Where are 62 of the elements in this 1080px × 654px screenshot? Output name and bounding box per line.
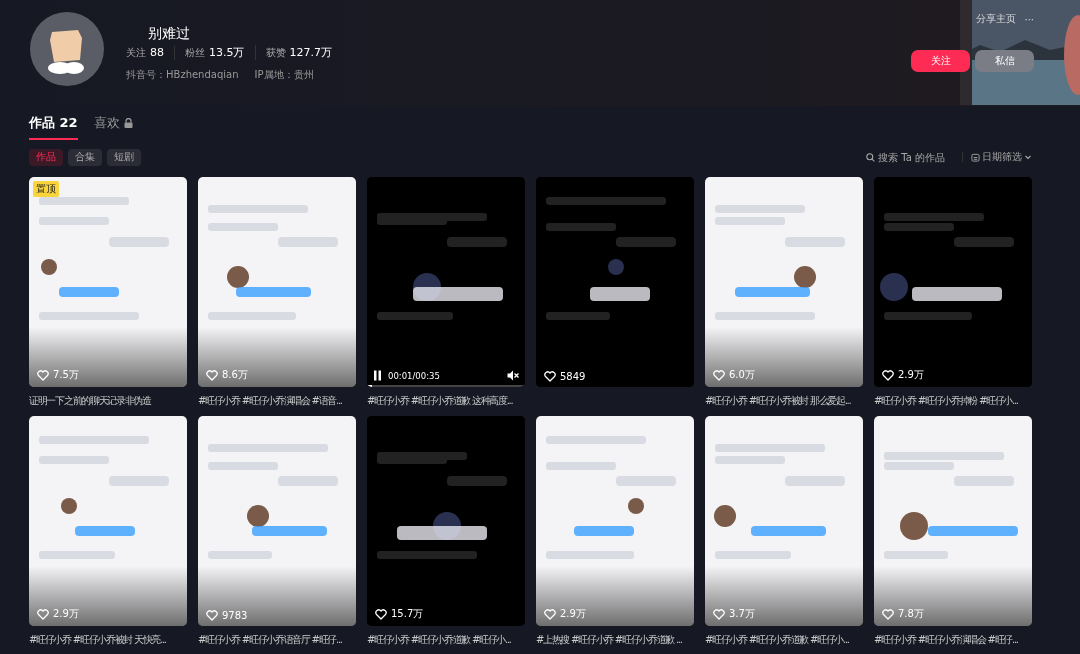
heart-icon <box>544 608 556 620</box>
like-count: 7.5万 <box>53 368 79 382</box>
message-button[interactable]: 私信 <box>975 50 1034 72</box>
video-caption[interactable]: #旺仔小乔 #旺仔小乔演唱会 #语音... <box>198 394 342 407</box>
heart-icon <box>713 608 725 620</box>
profile-meta: 抖音号：HBzhendaqian <box>126 68 239 82</box>
heart-icon <box>544 371 556 382</box>
like-count: 2.9万 <box>898 368 924 382</box>
search-icon <box>866 152 875 162</box>
heart-icon <box>882 369 894 381</box>
filter-chip[interactable]: 合集 <box>68 148 102 166</box>
heart-icon <box>37 369 49 381</box>
calendar-icon <box>971 152 980 162</box>
heart-icon <box>37 608 49 620</box>
video-caption[interactable]: #旺仔小乔 #旺仔小乔被封 那么爱起... <box>705 394 851 407</box>
heart-icon <box>206 369 218 381</box>
pause-icon[interactable] <box>373 370 382 381</box>
video-caption[interactable]: #旺仔小乔 #旺仔小乔演唱会 #旺仔... <box>874 633 1018 646</box>
avatar[interactable] <box>30 12 104 86</box>
video-caption[interactable]: #上热搜 #旺仔小乔 #旺仔小乔道歉 ... <box>536 633 682 646</box>
like-count: 2.9万 <box>560 607 586 621</box>
video-caption[interactable]: #旺仔小乔 #旺仔小乔道歉 #旺仔小... <box>705 633 849 646</box>
video-time: 00:01/00:35 <box>388 370 441 381</box>
video-caption[interactable]: 证明一下之前的聊天记录非伪造 <box>29 394 151 407</box>
filter-chip[interactable]: 短剧 <box>107 148 141 166</box>
stat-label: 粉丝 <box>185 46 205 60</box>
like-count: 8.6万 <box>222 368 248 382</box>
like-count: 15.7万 <box>391 607 424 621</box>
username: 别难过 <box>148 25 191 41</box>
stat-label: 获赞 <box>265 46 286 60</box>
video-caption[interactable]: #旺仔小乔 #旺仔小乔语音厅 #旺仔... <box>198 633 342 646</box>
video-caption[interactable]: #旺仔小乔 #旺仔小乔道歉 这种高度... <box>367 394 513 407</box>
like-count: 7.8万 <box>898 607 924 621</box>
like-count: 9783 <box>222 610 248 621</box>
video-caption[interactable]: #旺仔小乔 #旺仔小乔道歉 #旺仔小... <box>367 633 511 646</box>
heart-icon <box>206 610 218 621</box>
date-filter-dropdown[interactable]: 日期筛选 <box>971 150 1032 164</box>
stat-value: 13.5万 <box>209 45 245 60</box>
tab[interactable]: 喜欢 <box>93 114 133 140</box>
stat-value: 127.7万 <box>289 45 332 60</box>
like-count: 6.0万 <box>729 368 755 382</box>
tab[interactable]: 作品 22 <box>29 114 78 140</box>
filter-chip[interactable]: 作品 <box>29 148 63 166</box>
chevron-icon <box>1024 153 1032 161</box>
video-caption[interactable]: #旺仔小乔 #旺仔小乔被封 天快亮... <box>29 633 166 646</box>
more-button[interactable]: ··· <box>1024 13 1034 25</box>
like-count: 3.7万 <box>729 607 755 621</box>
lock-icon <box>123 118 133 128</box>
heart-icon <box>882 608 894 620</box>
like-count: 2.9万 <box>53 607 79 621</box>
pinned-badge: 置顶 <box>33 181 59 197</box>
mute-icon[interactable] <box>507 370 519 381</box>
stat-label: 关注 <box>126 45 146 60</box>
share-link[interactable]: 分享主页 <box>976 12 1017 26</box>
follow-button[interactable]: 关注 <box>911 50 970 72</box>
video-caption[interactable]: #旺仔小乔 #旺仔小乔掉粉 #旺仔小... <box>874 394 1018 407</box>
like-count: 5849 <box>560 371 586 382</box>
heart-icon <box>713 369 725 381</box>
search-field[interactable]: 搜索 Ta 的作品 <box>866 151 954 163</box>
heart-icon <box>375 608 387 620</box>
profile-meta: IP属地：贵州 <box>254 68 314 82</box>
stat-value: 88 <box>150 45 164 59</box>
